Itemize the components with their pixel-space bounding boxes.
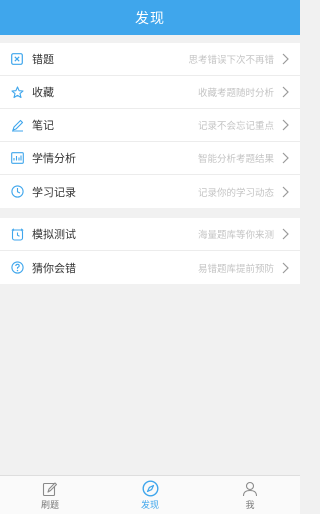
menu-item-hint: 记录不会忘记重点 bbox=[197, 121, 274, 132]
menu-item-guess-mistakes[interactable]: 猜你会错 易错题库提前预防 bbox=[0, 251, 300, 284]
chevron-right-icon bbox=[282, 186, 290, 198]
menu-item-label: 学情分析 bbox=[32, 152, 76, 165]
menu-item-hint: 收藏考题随时分析 bbox=[197, 88, 274, 99]
clock-icon bbox=[10, 185, 24, 199]
menu-item-wrong-questions[interactable]: 错题 思考错误下次不再错 bbox=[0, 43, 300, 76]
tab-me[interactable]: 我 bbox=[200, 476, 300, 514]
tab-label: 刷题 bbox=[40, 500, 59, 511]
chevron-right-icon bbox=[282, 86, 290, 98]
menu-item-label: 收藏 bbox=[32, 86, 54, 99]
menu-item-hint: 海量题库等你来测 bbox=[197, 230, 274, 241]
menu-item-hint: 智能分析考题结果 bbox=[197, 154, 274, 165]
spacer bbox=[0, 35, 300, 43]
pen-icon bbox=[10, 118, 24, 132]
menu-item-hint: 易错题库提前预防 bbox=[197, 263, 274, 275]
person-icon bbox=[242, 480, 258, 498]
page-title: 发现 bbox=[135, 10, 165, 27]
chevron-right-icon bbox=[282, 53, 290, 65]
menu-item-hint: 思考错误下次不再错 bbox=[188, 55, 274, 66]
menu-item-study-record[interactable]: 学习记录 记录你的学习动态 bbox=[0, 175, 300, 208]
chevron-right-icon bbox=[282, 152, 290, 164]
menu-item-learning-analysis[interactable]: 学情分析 智能分析考题结果 bbox=[0, 142, 300, 175]
tab-label: 发现 bbox=[140, 500, 159, 511]
chevron-right-icon bbox=[282, 119, 290, 131]
menu-item-favorites[interactable]: 收藏 收藏考题随时分析 bbox=[0, 76, 300, 109]
menu-item-label: 笔记 bbox=[32, 119, 54, 132]
edit-icon bbox=[42, 480, 58, 498]
tab-discover[interactable]: 发现 bbox=[100, 476, 200, 514]
menu-group-2: 模拟测试 海量题库等你来测 猜你会错 易错题库提前预防 bbox=[0, 218, 300, 284]
menu-item-label: 猜你会错 bbox=[32, 261, 76, 275]
section-divider bbox=[0, 208, 300, 218]
analysis-icon bbox=[10, 151, 24, 165]
tab-practice[interactable]: 刷题 bbox=[0, 476, 100, 514]
compass-icon bbox=[141, 480, 159, 498]
chevron-right-icon bbox=[282, 228, 290, 240]
header-bar: 发现 bbox=[0, 0, 300, 35]
bottom-tab-bar: 刷题 发现 我 bbox=[0, 475, 300, 514]
alarm-clock-icon bbox=[10, 227, 24, 241]
menu-item-mock-test[interactable]: 模拟测试 海量题库等你来测 bbox=[0, 218, 300, 251]
menu-item-label: 错题 bbox=[32, 53, 54, 66]
menu-item-label: 学习记录 bbox=[32, 185, 76, 199]
star-icon bbox=[10, 85, 24, 99]
tab-label: 我 bbox=[245, 500, 255, 511]
menu-item-label: 模拟测试 bbox=[32, 228, 76, 241]
question-icon bbox=[10, 261, 24, 275]
error-box-icon bbox=[10, 52, 24, 66]
chevron-right-icon bbox=[282, 262, 290, 274]
menu-group-1: 错题 思考错误下次不再错 收藏 收藏考题随时分析 笔记 记录不会忘记重点 学情分… bbox=[0, 43, 300, 208]
menu-item-hint: 记录你的学习动态 bbox=[197, 187, 274, 199]
menu-item-notes[interactable]: 笔记 记录不会忘记重点 bbox=[0, 109, 300, 142]
